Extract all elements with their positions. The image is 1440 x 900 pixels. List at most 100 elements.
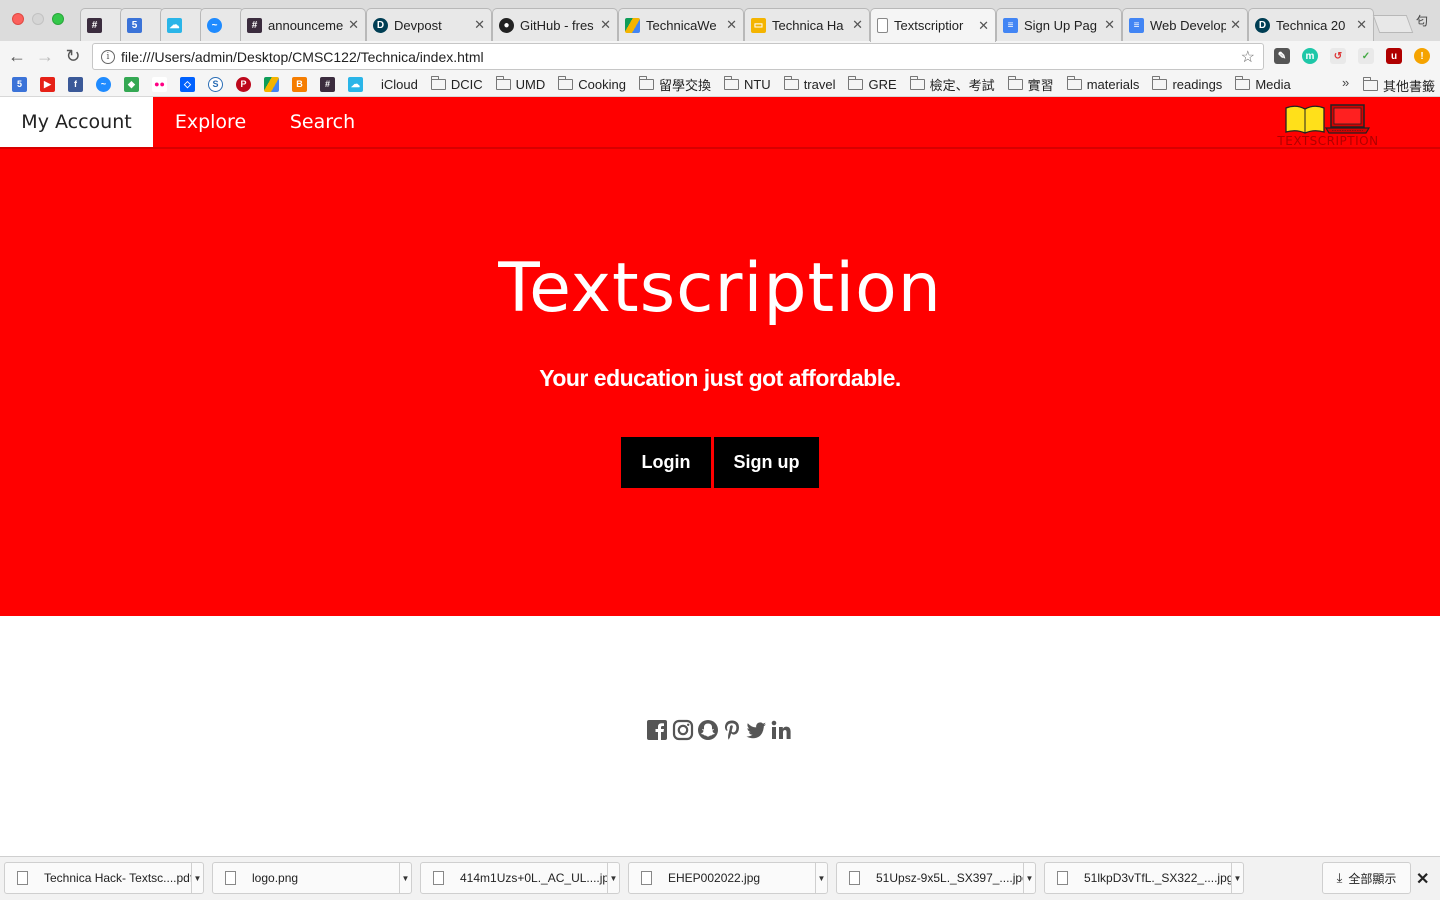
chevron-down-icon[interactable]: ▼ — [191, 863, 203, 893]
github-icon: ● — [499, 17, 514, 33]
browser-tab[interactable]: # — [80, 8, 124, 41]
flickr-icon[interactable]: ●● — [152, 76, 167, 92]
linkedin-icon[interactable] — [770, 719, 792, 741]
textscription-logo[interactable]: TEXTSCRIPTION — [1276, 102, 1380, 148]
youtube-icon[interactable]: ▶ — [40, 76, 55, 92]
extension-icon[interactable]: ✓ — [1358, 48, 1374, 64]
slack-icon[interactable]: # — [320, 76, 335, 92]
profile-label[interactable]: 匂 — [1416, 12, 1428, 29]
close-tab-icon[interactable]: ✕ — [726, 17, 737, 33]
bookmark-icloud[interactable]: iCloud — [376, 77, 418, 92]
download-item[interactable]: Technica Hack- Textsc....pdf ▼ — [4, 862, 204, 894]
bookmark-folder[interactable]: DCIC — [430, 75, 483, 92]
reload-icon[interactable]: ↻ — [62, 45, 84, 67]
browser-tab[interactable]: ≡ Sign Up Pag ✕ — [996, 8, 1122, 41]
blogger-icon[interactable]: B — [292, 76, 307, 92]
browser-tab[interactable]: # announceme ✕ — [240, 8, 366, 41]
new-tab-button[interactable] — [1372, 15, 1414, 33]
extension-icon[interactable]: ↺ — [1330, 48, 1346, 64]
close-tab-icon[interactable]: ✕ — [978, 18, 989, 34]
chevron-down-icon[interactable]: ▼ — [1231, 863, 1243, 893]
close-tab-icon[interactable]: ✕ — [600, 17, 611, 33]
dropbox-icon[interactable]: ◇ — [180, 76, 195, 92]
bookmark-folder[interactable]: GRE — [848, 75, 897, 92]
close-tab-icon[interactable]: ✕ — [1356, 17, 1367, 33]
skype-icon[interactable]: S — [208, 76, 223, 92]
download-item[interactable]: logo.png ▼ — [212, 862, 412, 894]
other-bookmarks[interactable]: 其他書籤 — [1363, 76, 1435, 95]
maps-icon[interactable]: ◆ — [124, 76, 139, 92]
chevron-down-icon[interactable]: ▼ — [1023, 863, 1035, 893]
facebook-icon[interactable] — [646, 719, 668, 741]
browser-tab[interactable]: ● GitHub - fres ✕ — [492, 8, 618, 41]
bookmark-folder[interactable]: 實習 — [1007, 75, 1054, 94]
browser-tab[interactable]: D Devpost ✕ — [366, 8, 492, 41]
login-button[interactable]: Login — [621, 437, 711, 488]
bookmarks-overflow-chevron[interactable]: » — [1342, 75, 1349, 90]
show-all-downloads-button[interactable]: ⤓ 全部顯示 — [1322, 862, 1411, 894]
browser-tab[interactable]: ☁ — [160, 8, 204, 41]
bookmark-folder[interactable]: NTU — [723, 75, 771, 92]
bookmark-folder[interactable]: Cooking — [558, 75, 626, 92]
bookmark-folder[interactable]: 檢定、考試 — [909, 75, 995, 94]
alert-icon[interactable]: ! — [1414, 48, 1430, 64]
chevron-down-icon[interactable]: ▼ — [815, 863, 827, 893]
url-text[interactable]: file:///Users/admin/Desktop/CMSC122/Tech… — [121, 49, 1241, 65]
instagram-icon[interactable] — [672, 719, 694, 741]
download-item[interactable]: 414m1Uzs+0L._AC_UL....jpg ▼ — [420, 862, 620, 894]
ublock-icon[interactable]: u — [1386, 48, 1402, 64]
chevron-down-icon[interactable]: ▼ — [399, 863, 411, 893]
browser-tab-active[interactable]: Textscriptior ✕ — [870, 8, 996, 42]
bookmark-star-icon[interactable]: ☆ — [1241, 47, 1255, 67]
close-tab-icon[interactable]: ✕ — [1230, 17, 1241, 33]
file-icon — [433, 871, 444, 885]
facebook-icon[interactable]: f — [68, 76, 83, 92]
bookmark-label: Media — [1255, 76, 1291, 92]
calendar-icon[interactable]: 5 — [12, 76, 27, 92]
close-tab-icon[interactable]: ✕ — [474, 17, 485, 33]
address-bar[interactable]: i file:///Users/admin/Desktop/CMSC122/Te… — [92, 43, 1264, 70]
cloud-icon[interactable]: ☁ — [348, 76, 363, 92]
twitter-icon[interactable] — [745, 719, 767, 741]
nav-explore[interactable]: Explore — [153, 97, 268, 147]
extension-icon[interactable]: ✎ — [1274, 48, 1290, 64]
nav-search[interactable]: Search — [268, 97, 377, 147]
bookmark-folder[interactable]: materials — [1066, 75, 1139, 92]
download-item[interactable]: EHEP002022.jpg ▼ — [628, 862, 828, 894]
logo-lettering: TEXTSCRIPTION — [1276, 134, 1378, 148]
nav-my-account[interactable]: My Account — [0, 97, 153, 147]
bookmark-folder[interactable]: readings — [1152, 75, 1222, 92]
download-item[interactable]: 51lkpD3vTfL._SX322_....jpg ▼ — [1044, 862, 1244, 894]
close-window-button[interactable] — [12, 13, 24, 25]
back-arrow-icon[interactable]: ← — [6, 45, 28, 67]
chevron-down-icon[interactable]: ▼ — [607, 863, 619, 893]
bookmark-folder[interactable]: 留學交換 — [638, 75, 711, 94]
close-tab-icon[interactable]: ✕ — [348, 17, 359, 33]
maximize-window-button[interactable] — [52, 13, 64, 25]
browser-tab[interactable]: TechnicaWe ✕ — [618, 8, 744, 41]
messenger-icon[interactable]: ~ — [96, 76, 111, 92]
browser-tab[interactable]: 5 — [120, 8, 164, 41]
pinterest-icon[interactable] — [721, 719, 743, 741]
pinterest-icon[interactable]: P — [236, 76, 251, 92]
close-tab-icon[interactable]: ✕ — [1104, 17, 1115, 33]
info-icon[interactable]: i — [101, 49, 115, 64]
minimize-window-button[interactable] — [32, 13, 44, 25]
browser-tab[interactable]: ~ — [200, 8, 244, 41]
download-item[interactable]: 51Upsz-9x5L._SX397_....jpg ▼ — [836, 862, 1036, 894]
close-icon[interactable]: ✕ — [1416, 869, 1429, 889]
bookmark-label: iCloud — [381, 76, 418, 92]
browser-tab[interactable]: D Technica 20 ✕ — [1248, 8, 1374, 41]
browser-tab[interactable]: ≡ Web Develop ✕ — [1122, 8, 1248, 41]
bookmark-folder[interactable]: Media — [1235, 75, 1291, 92]
extension-icon[interactable]: m — [1302, 48, 1318, 64]
snapchat-icon[interactable] — [697, 719, 719, 741]
forward-arrow-icon[interactable]: → — [34, 45, 56, 67]
bookmark-folder[interactable]: UMD — [495, 75, 545, 92]
bookmark-label: DCIC — [450, 76, 483, 92]
drive-icon[interactable] — [264, 76, 279, 92]
signup-button[interactable]: Sign up — [714, 437, 819, 488]
close-tab-icon[interactable]: ✕ — [852, 17, 863, 33]
bookmark-folder[interactable]: travel — [783, 75, 835, 92]
browser-tab[interactable]: ▭ Technica Ha ✕ — [744, 8, 870, 41]
